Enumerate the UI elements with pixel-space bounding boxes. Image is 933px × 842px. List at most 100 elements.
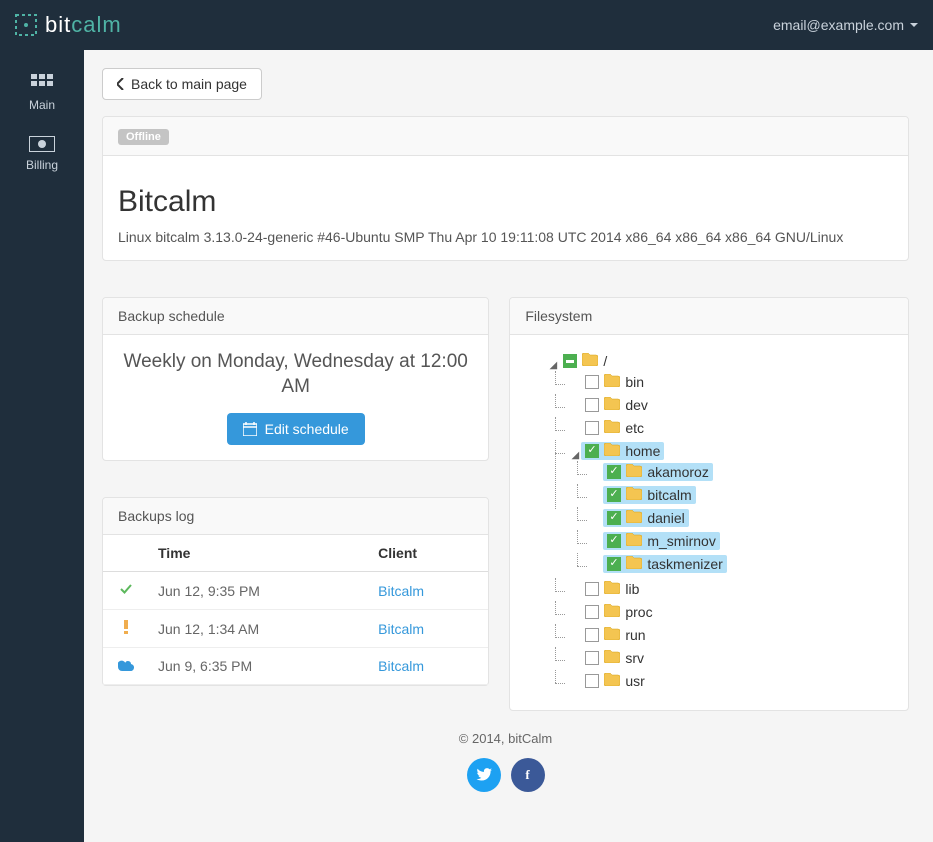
tree-label: proc (625, 604, 652, 620)
tree-checkbox[interactable] (585, 674, 599, 688)
tree-checkbox[interactable] (585, 375, 599, 389)
tree-node[interactable]: run (581, 626, 649, 644)
folder-icon (626, 533, 642, 549)
tree-checkbox[interactable] (585, 398, 599, 412)
folder-icon (626, 464, 642, 480)
tree-label: lib (625, 581, 639, 597)
tree-checkbox[interactable] (607, 465, 621, 479)
tree-node[interactable]: daniel (603, 509, 688, 527)
server-panel-header: Offline (103, 117, 908, 156)
log-row: Jun 12, 9:35 PMBitcalm (103, 572, 488, 610)
brand-logo[interactable]: bitcalm (15, 12, 122, 38)
folder-icon (604, 443, 620, 459)
tree-node[interactable]: etc (581, 419, 648, 437)
tree-node[interactable]: usr (581, 672, 648, 690)
tree-checkbox[interactable] (607, 534, 621, 548)
filesystem-panel-title: Filesystem (510, 298, 908, 335)
tree-checkbox[interactable] (585, 628, 599, 642)
folder-icon (604, 397, 620, 413)
folder-icon (604, 420, 620, 436)
tree-item: etc (547, 417, 893, 440)
facebook-link[interactable]: f (511, 758, 545, 792)
tree-toggle[interactable]: ◢ (569, 450, 581, 461)
tree-node[interactable]: lib (581, 580, 643, 598)
tree-node[interactable]: home (581, 442, 664, 460)
tree-node[interactable]: srv (581, 649, 648, 667)
sidebar-item-billing[interactable]: Billing (0, 122, 84, 182)
chevron-left-icon (117, 78, 125, 90)
folder-icon (604, 604, 620, 620)
tree-checkbox[interactable] (607, 511, 621, 525)
tree-checkbox[interactable] (607, 488, 621, 502)
tree-label: run (625, 627, 645, 643)
folder-icon (604, 374, 620, 390)
tree-label: home (625, 443, 660, 459)
tree-item: taskmenizer (569, 553, 893, 576)
sidebar-item-label: Billing (26, 158, 58, 172)
tree-item: proc (547, 601, 893, 624)
log-status-icon (103, 610, 146, 648)
tree-label: bitcalm (647, 487, 691, 503)
sidebar-item-main[interactable]: Main (0, 60, 84, 122)
brand-text-b: calm (71, 12, 121, 38)
tree-item: dev (547, 394, 893, 417)
schedule-description: Weekly on Monday, Wednesday at 12:00 AM (118, 350, 473, 399)
tree-item: bitcalm (569, 484, 893, 507)
footer: © 2014, bitCalm f (102, 711, 909, 812)
tree-node[interactable]: proc (581, 603, 656, 621)
tree-node[interactable]: bin (581, 373, 648, 391)
tree-checkbox[interactable] (585, 444, 599, 458)
copyright: © 2014, bitCalm (102, 731, 909, 746)
log-row: Jun 9, 6:35 PMBitcalm (103, 648, 488, 685)
server-name: Bitcalm (118, 185, 893, 219)
log-time: Jun 12, 1:34 AM (146, 610, 366, 648)
log-client-link[interactable]: Bitcalm (366, 572, 488, 610)
folder-icon (604, 673, 620, 689)
folder-icon (626, 556, 642, 572)
back-button-label: Back to main page (131, 76, 247, 92)
folder-icon (604, 581, 620, 597)
tree-item: ◢ home akamoroz bitcalm daniel m_smirnovtaskm… (547, 440, 893, 578)
tree-node[interactable]: akamoroz (603, 463, 712, 481)
log-client-link[interactable]: Bitcalm (366, 610, 488, 648)
tree-label: / (603, 353, 607, 369)
log-row: Jun 12, 1:34 AMBitcalm (103, 610, 488, 648)
log-status-icon (103, 572, 146, 610)
status-badge: Offline (118, 129, 169, 145)
folder-icon (582, 353, 598, 369)
calendar-icon (243, 422, 257, 436)
user-email: email@example.com (773, 17, 904, 33)
tree-item: m_smirnov (569, 530, 893, 553)
tree-node[interactable]: bitcalm (603, 486, 695, 504)
log-time: Jun 12, 9:35 PM (146, 572, 366, 610)
tree-toggle[interactable]: ◢ (547, 360, 559, 371)
log-status-icon (103, 648, 146, 685)
brand-text-a: bit (45, 12, 71, 38)
main-content: Back to main page Offline Bitcalm Linux … (84, 50, 933, 842)
logs-panel: Backups log Time Client Jun 12, 9:35 PMB… (102, 497, 489, 686)
log-client-link[interactable]: Bitcalm (366, 648, 488, 685)
tree-label: srv (625, 650, 644, 666)
tree-label: daniel (647, 510, 684, 526)
twitter-link[interactable] (467, 758, 501, 792)
topbar: bitcalm email@example.com (0, 0, 933, 50)
user-menu[interactable]: email@example.com (773, 17, 918, 33)
tree-checkbox[interactable] (585, 651, 599, 665)
logo-icon (15, 14, 37, 36)
tree-checkbox[interactable] (563, 354, 577, 368)
tree-node[interactable]: dev (581, 396, 652, 414)
folder-icon (626, 487, 642, 503)
edit-schedule-button[interactable]: Edit schedule (227, 413, 365, 445)
caret-down-icon (910, 21, 918, 29)
grid-icon (31, 74, 53, 92)
filesystem-tree[interactable]: ◢ / bin dev etc ◢ home akamoroz bitcalm daniel m_s… (525, 350, 893, 695)
tree-node[interactable]: / (559, 352, 611, 370)
back-button[interactable]: Back to main page (102, 68, 262, 100)
tree-node[interactable]: m_smirnov (603, 532, 719, 550)
logs-col-status (103, 535, 146, 572)
tree-checkbox[interactable] (585, 605, 599, 619)
tree-checkbox[interactable] (607, 557, 621, 571)
tree-checkbox[interactable] (585, 582, 599, 596)
tree-node[interactable]: taskmenizer (603, 555, 726, 573)
tree-checkbox[interactable] (585, 421, 599, 435)
